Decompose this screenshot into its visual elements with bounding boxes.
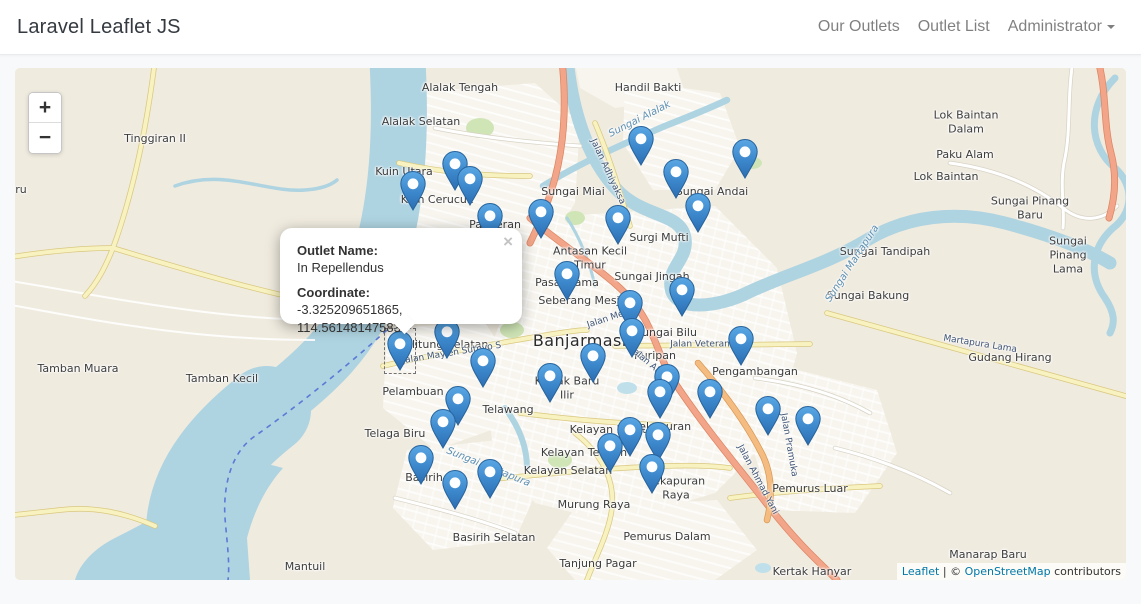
map-pin-icon bbox=[386, 330, 414, 372]
map-pin-icon bbox=[604, 204, 632, 246]
map-pin-icon bbox=[646, 378, 674, 420]
map-marker[interactable] bbox=[638, 453, 666, 495]
popup-coordinate-label: Coordinate: bbox=[297, 284, 502, 301]
nav-item-outlet-list[interactable]: Outlet List bbox=[909, 10, 999, 44]
map-pin-icon bbox=[476, 458, 504, 500]
map-marker[interactable] bbox=[627, 125, 655, 167]
popup-outlet-name-value: In Repellendus bbox=[297, 259, 502, 276]
map-marker[interactable] bbox=[727, 325, 755, 367]
map-tiles bbox=[15, 68, 1126, 580]
navbar: Laravel Leaflet JS Our Outlets Outlet Li… bbox=[0, 0, 1141, 55]
attribution-suffix: contributors bbox=[1054, 565, 1121, 578]
map-marker[interactable] bbox=[441, 469, 469, 511]
map-pin-icon bbox=[553, 260, 581, 302]
map-marker[interactable] bbox=[527, 198, 555, 240]
map-marker[interactable] bbox=[596, 432, 624, 474]
zoom-out-button[interactable]: − bbox=[29, 123, 61, 153]
map-pin-icon bbox=[668, 276, 696, 318]
chevron-down-icon bbox=[1107, 25, 1115, 29]
map-attribution: Leaflet | © OpenStreetMap contributors bbox=[897, 563, 1126, 580]
attribution-copyright: © bbox=[950, 565, 961, 578]
map-pin-icon bbox=[469, 347, 497, 389]
zoom-in-button[interactable]: + bbox=[29, 93, 61, 123]
map-marker[interactable] bbox=[407, 444, 435, 486]
map-marker[interactable] bbox=[618, 317, 646, 359]
map-marker[interactable] bbox=[696, 378, 724, 420]
map-pin-icon bbox=[579, 342, 607, 384]
map-pin-icon bbox=[684, 192, 712, 234]
map-marker[interactable] bbox=[553, 260, 581, 302]
map-pin-icon bbox=[399, 170, 427, 212]
map-marker[interactable] bbox=[731, 138, 759, 180]
map-marker[interactable] bbox=[536, 362, 564, 404]
map-pin-icon bbox=[638, 453, 666, 495]
zoom-control: + − bbox=[28, 92, 62, 154]
popup-spacer bbox=[297, 276, 502, 284]
brand-title[interactable]: Laravel Leaflet JS bbox=[17, 16, 181, 39]
nav-item-our-outlets[interactable]: Our Outlets bbox=[809, 10, 909, 44]
map-pin-icon bbox=[527, 198, 555, 240]
popup-close-icon[interactable]: × bbox=[503, 233, 513, 250]
map-marker[interactable] bbox=[469, 347, 497, 389]
map-marker[interactable] bbox=[646, 378, 674, 420]
map-marker[interactable] bbox=[399, 170, 427, 212]
marker-popup: Outlet Name: In Repellendus Coordinate: … bbox=[280, 228, 522, 324]
map-marker[interactable] bbox=[579, 342, 607, 384]
map-marker[interactable] bbox=[794, 405, 822, 447]
leaflet-link[interactable]: Leaflet bbox=[902, 565, 939, 578]
map-pin-icon bbox=[731, 138, 759, 180]
map-marker[interactable] bbox=[604, 204, 632, 246]
map-pin-icon bbox=[407, 444, 435, 486]
map-pin-icon bbox=[441, 469, 469, 511]
popup-outlet-name-label: Outlet Name: bbox=[297, 242, 502, 259]
map-pin-icon bbox=[536, 362, 564, 404]
nav-links: Our Outlets Outlet List Administrator bbox=[809, 10, 1124, 44]
map-container: Outlet Name: In Repellendus Coordinate: … bbox=[15, 68, 1126, 580]
map-marker[interactable] bbox=[456, 165, 484, 207]
map-marker[interactable] bbox=[476, 458, 504, 500]
nav-item-administrator-dropdown[interactable]: Administrator bbox=[999, 10, 1124, 44]
map-pin-icon bbox=[794, 405, 822, 447]
map-marker[interactable] bbox=[668, 276, 696, 318]
attribution-separator: | bbox=[943, 565, 947, 578]
nav-item-administrator-label: Administrator bbox=[1008, 18, 1102, 35]
map-pin-icon bbox=[596, 432, 624, 474]
map-marker[interactable] bbox=[684, 192, 712, 234]
map-pin-icon bbox=[727, 325, 755, 367]
map-pin-icon bbox=[456, 165, 484, 207]
map-pin-icon bbox=[627, 125, 655, 167]
openstreetmap-link[interactable]: OpenStreetMap bbox=[965, 565, 1051, 578]
map-marker[interactable] bbox=[754, 395, 782, 437]
map[interactable]: Outlet Name: In Repellendus Coordinate: … bbox=[15, 68, 1126, 580]
map-pin-icon bbox=[618, 317, 646, 359]
map-pin-icon bbox=[696, 378, 724, 420]
map-marker-selected[interactable] bbox=[386, 330, 414, 372]
map-pin-icon bbox=[754, 395, 782, 437]
